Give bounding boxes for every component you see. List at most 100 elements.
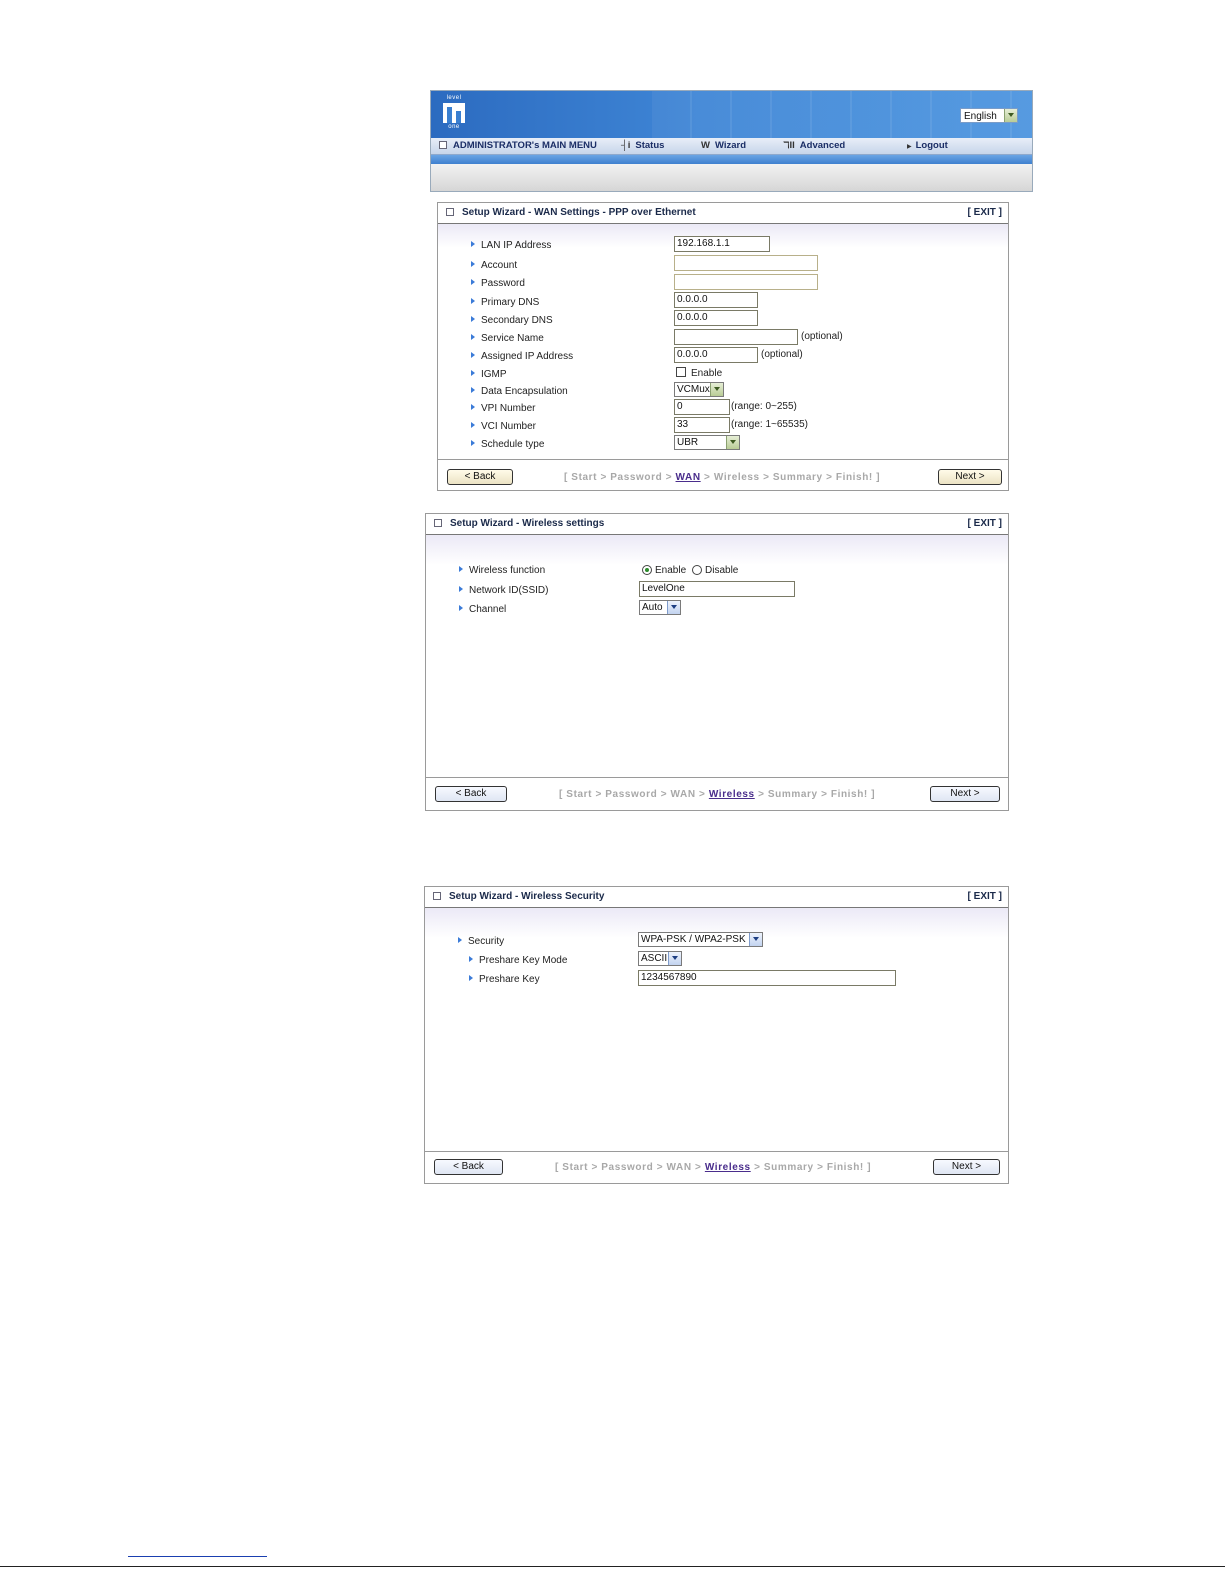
ssid-input[interactable]: LevelOne xyxy=(639,581,795,597)
wizard-icon: W xyxy=(701,140,710,151)
vpi-range-note: (range: 0~255) xyxy=(731,401,797,412)
arrow-bullet-icon xyxy=(471,352,475,358)
breadcrumb-rest: > Summary > Finish! ] xyxy=(750,1162,872,1173)
field-label-data-encapsulation: Data Encapsulation xyxy=(471,386,568,397)
preshare-key-mode-select[interactable]: ASCII xyxy=(638,951,682,966)
arrow-bullet-icon xyxy=(471,241,475,247)
secondary-dns-input[interactable]: 0.0.0.0 xyxy=(674,310,758,326)
schedule-type-select[interactable]: UBR xyxy=(674,435,740,450)
back-button[interactable]: < Back xyxy=(434,1159,503,1175)
menu-admin-label: ADMINISTRATOR's MAIN MENU xyxy=(453,140,597,151)
chevron-down-icon xyxy=(749,933,762,946)
breadcrumb-rest: > Wireless > Summary > Finish! ] xyxy=(700,472,881,483)
chevron-down-icon xyxy=(668,952,681,965)
chevron-down-icon xyxy=(710,383,723,396)
panel-title-bar: Setup Wizard - WAN Settings - PPP over E… xyxy=(438,203,1008,224)
panel-title-bar: Setup Wizard - Wireless Security [ EXIT … xyxy=(425,887,1008,908)
next-button[interactable]: Next > xyxy=(933,1159,1000,1175)
panel-title: Setup Wizard - Wireless Security xyxy=(449,891,605,902)
security-select[interactable]: WPA-PSK / WPA2-PSK xyxy=(638,932,763,947)
field-label-assigned-ip: Assigned IP Address xyxy=(471,351,573,362)
account-input[interactable] xyxy=(674,255,818,271)
arrow-bullet-icon xyxy=(459,586,463,592)
menu-logout-label: Logout xyxy=(915,140,948,151)
arrow-bullet-icon xyxy=(471,279,475,285)
exit-link[interactable]: [ EXIT ] xyxy=(968,203,1002,223)
menu-status[interactable]: ┤i Status xyxy=(621,140,664,151)
menu-logout[interactable]: ▶ Logout xyxy=(907,140,948,151)
chevron-down-icon xyxy=(1004,109,1017,122)
field-label-service-name: Service Name xyxy=(471,333,544,344)
wizard-breadcrumb: [ Start > Password > WAN > Wireless > Su… xyxy=(555,1162,871,1173)
preshare-key-input[interactable]: 1234567890 xyxy=(638,970,896,986)
channel-value: Auto xyxy=(642,602,663,613)
vpi-input[interactable]: 0 xyxy=(674,399,730,415)
router-header: level one English ADMINISTRATOR's MAIN M… xyxy=(430,90,1033,192)
field-label-wireless-function: Wireless function xyxy=(459,565,545,576)
menu-underbar xyxy=(431,155,1032,164)
panel-title: Setup Wizard - WAN Settings - PPP over E… xyxy=(462,207,696,218)
footer-divider xyxy=(438,459,1008,460)
arrow-bullet-icon xyxy=(471,316,475,322)
menu-advanced[interactable]: ℸII Advanced xyxy=(783,140,845,151)
back-button[interactable]: < Back xyxy=(435,786,507,802)
igmp-enable-checkbox[interactable] xyxy=(676,367,686,377)
panel-title-bar: Setup Wizard - Wireless settings [ EXIT … xyxy=(426,514,1008,535)
arrow-bullet-icon xyxy=(471,387,475,393)
footnote-separator xyxy=(128,1556,267,1557)
field-label-vci: VCI Number xyxy=(471,421,536,432)
arrow-bullet-icon xyxy=(471,422,475,428)
password-input[interactable] xyxy=(674,274,818,290)
lan-ip-input[interactable]: 192.168.1.1 xyxy=(674,236,770,252)
wizard-breadcrumb: [ Start > Password > WAN > Wireless > Su… xyxy=(564,472,880,483)
status-icon: ┤i xyxy=(621,140,631,151)
next-button[interactable]: Next > xyxy=(938,469,1002,485)
exit-link[interactable]: [ EXIT ] xyxy=(968,514,1002,534)
breadcrumb-rest: > Summary > Finish! ] xyxy=(754,789,876,800)
arrow-right-icon: ▶ xyxy=(907,144,912,150)
panel-gradient xyxy=(426,535,1008,565)
field-label-ssid: Network ID(SSID) xyxy=(459,585,548,596)
arrow-bullet-icon xyxy=(471,334,475,340)
assigned-ip-input[interactable]: 0.0.0.0 xyxy=(674,347,758,363)
data-encapsulation-value: VCMux xyxy=(677,384,710,395)
arrow-bullet-icon xyxy=(471,261,475,267)
wizard-breadcrumb: [ Start > Password > WAN > Wireless > Su… xyxy=(559,789,875,800)
wireless-enable-radio[interactable] xyxy=(642,565,652,575)
menu-admin-main[interactable]: ADMINISTRATOR's MAIN MENU xyxy=(439,140,597,151)
field-label-vpi: VPI Number xyxy=(471,403,535,414)
menu-wizard[interactable]: W Wizard xyxy=(701,140,746,151)
menu-advanced-label: Advanced xyxy=(799,140,846,151)
next-button[interactable]: Next > xyxy=(930,786,1000,802)
arrow-bullet-icon xyxy=(471,404,475,410)
language-select[interactable]: English xyxy=(960,108,1018,123)
wireless-disable-radio[interactable] xyxy=(692,565,702,575)
square-bullet-icon xyxy=(433,892,441,901)
panel-title: Setup Wizard - Wireless settings xyxy=(450,518,605,529)
wireless-security-panel: Setup Wizard - Wireless Security [ EXIT … xyxy=(424,886,1009,1184)
primary-dns-input[interactable]: 0.0.0.0 xyxy=(674,292,758,308)
channel-select[interactable]: Auto xyxy=(639,600,681,615)
data-encapsulation-select[interactable]: VCMux xyxy=(674,382,724,397)
arrow-bullet-icon xyxy=(471,298,475,304)
arrow-bullet-icon xyxy=(459,605,463,611)
chevron-down-icon xyxy=(726,436,739,449)
exit-link[interactable]: [ EXIT ] xyxy=(968,887,1002,907)
arrow-bullet-icon xyxy=(469,975,473,981)
breadcrumb-current: WAN xyxy=(675,472,701,483)
field-label-security: Security xyxy=(458,936,504,947)
main-menu-bar: ADMINISTRATOR's MAIN MENU ┤i Status W Wiza… xyxy=(431,138,1032,155)
back-button[interactable]: < Back xyxy=(447,469,513,485)
square-bullet-icon xyxy=(439,141,447,150)
wireless-enable-label: Enable xyxy=(655,565,687,576)
optional-note: (optional) xyxy=(801,331,843,342)
field-label-schedule-type: Schedule type xyxy=(471,439,544,450)
breadcrumb-start: [ Start > Password > xyxy=(564,472,676,483)
service-name-input[interactable] xyxy=(674,329,798,345)
field-label-preshare-key: Preshare Key xyxy=(469,974,540,985)
vci-input[interactable]: 33 xyxy=(674,417,730,433)
field-label-secondary-dns: Secondary DNS xyxy=(471,315,553,326)
field-label-igmp: IGMP xyxy=(471,369,507,380)
field-label-preshare-key-mode: Preshare Key Mode xyxy=(469,955,567,966)
arrow-bullet-icon xyxy=(459,566,463,572)
